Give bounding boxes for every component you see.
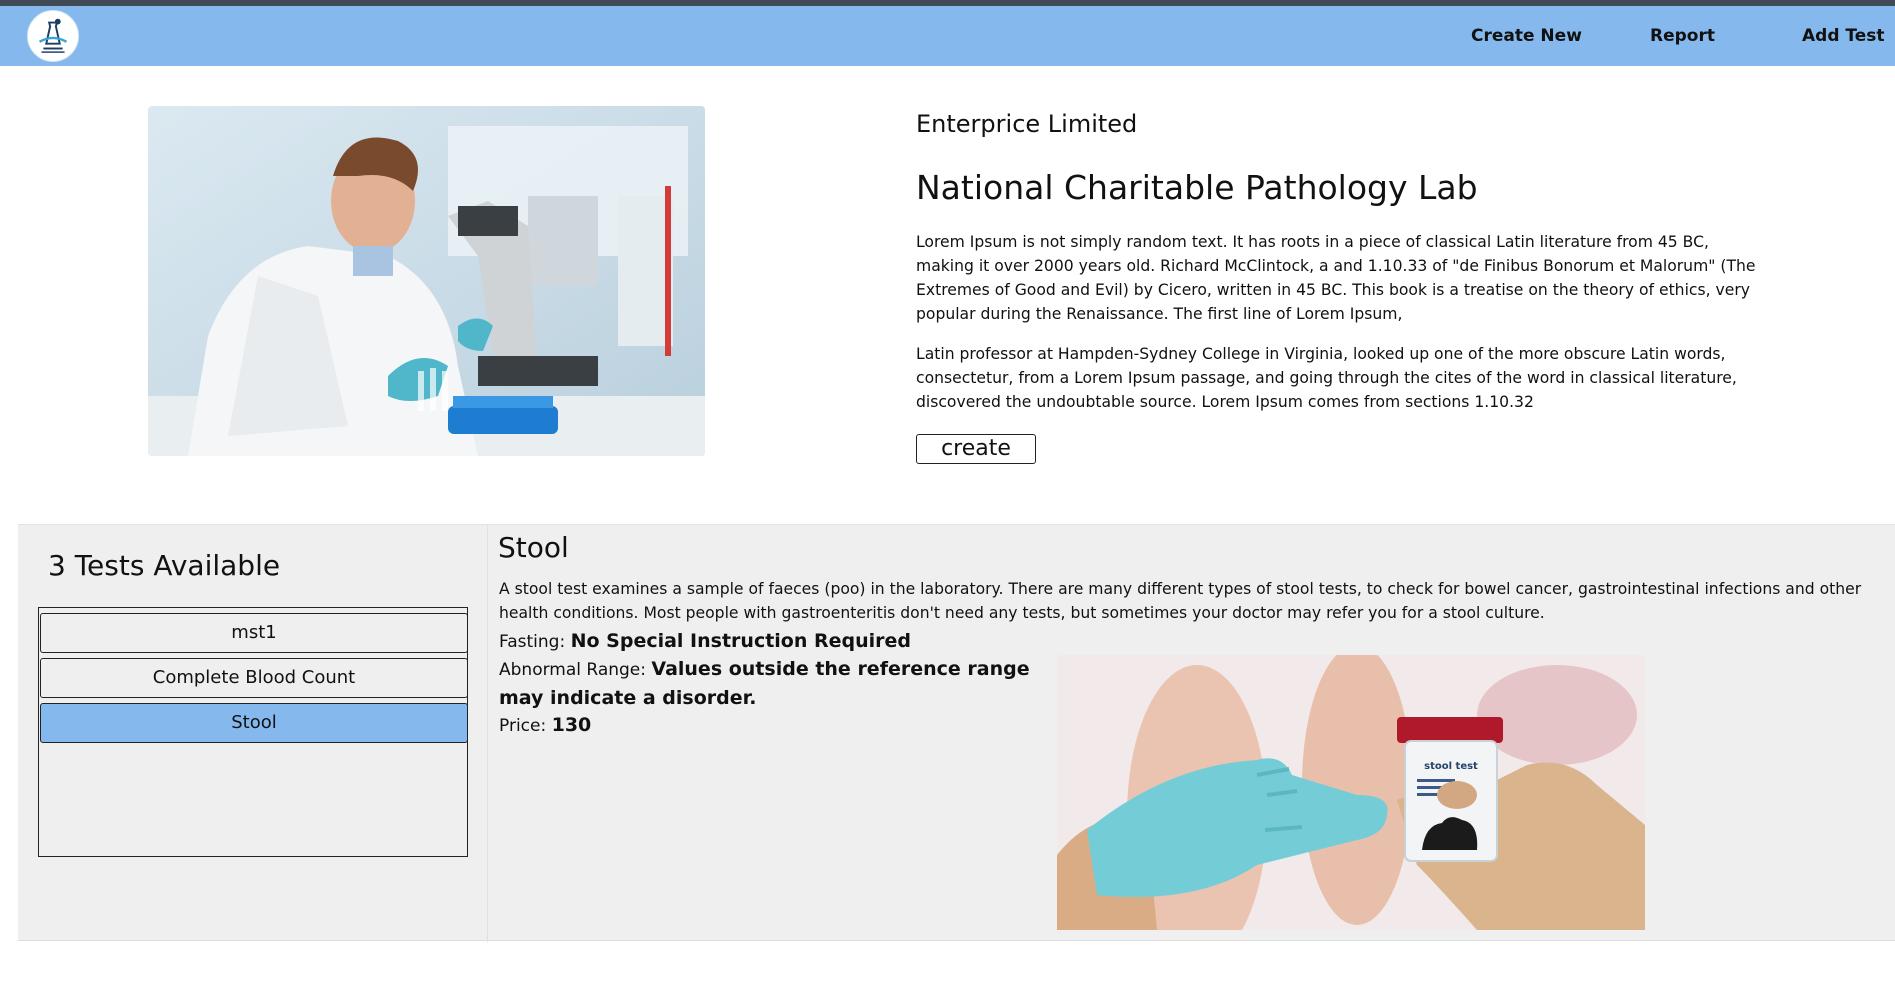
test-item-complete-blood-count[interactable]: Complete Blood Count — [40, 658, 468, 698]
nav-report[interactable]: Report — [1650, 26, 1715, 46]
tests-panel: 3 Tests Available mst1 Complete Blood Co… — [18, 524, 1895, 942]
stool-jar-label: stool test — [1424, 761, 1478, 772]
scientist-microscope-photo — [148, 106, 705, 456]
intro-paragraph-1: Lorem Ipsum is not simply random text. I… — [916, 233, 1756, 323]
test-detail-title: Stool — [498, 531, 569, 564]
tests-sidebar: 3 Tests Available mst1 Complete Blood Co… — [18, 525, 488, 942]
lab-title: National Charitable Pathology Lab — [916, 168, 1478, 207]
price-label: Price: — [499, 716, 547, 736]
price-value: 130 — [551, 714, 592, 736]
fasting-value: No Special Instruction Required — [570, 630, 912, 652]
test-item-stool[interactable]: Stool — [40, 703, 468, 743]
stool-test-illustration: stool test — [1057, 655, 1645, 930]
price-info: Price: 130 — [499, 711, 591, 740]
test-list[interactable]: mst1 Complete Blood Count Stool — [38, 607, 468, 857]
fasting-info: Fasting: No Special Instruction Required — [499, 627, 911, 656]
tests-count-heading: 3 Tests Available — [48, 549, 281, 582]
abnormal-range-info: Abnormal Range: Values outside the refer… — [499, 655, 1059, 713]
intro-paragraph-2: Latin professor at Hampden-Sydney Colleg… — [916, 345, 1737, 411]
navbar: Create New Report Add Test — [0, 6, 1895, 66]
company-name: Enterprice Limited — [916, 110, 1138, 138]
create-button[interactable]: create — [916, 434, 1036, 464]
test-detail-description: A stool test examines a sample of faeces… — [499, 580, 1862, 622]
lab-logo-icon[interactable] — [27, 10, 79, 62]
nav-create-new[interactable]: Create New — [1471, 26, 1582, 46]
abnormal-range-label: Abnormal Range: — [499, 660, 646, 680]
nav-add-test[interactable]: Add Test — [1802, 26, 1885, 46]
test-item-mst1[interactable]: mst1 — [40, 613, 468, 653]
fasting-label: Fasting: — [499, 632, 566, 652]
